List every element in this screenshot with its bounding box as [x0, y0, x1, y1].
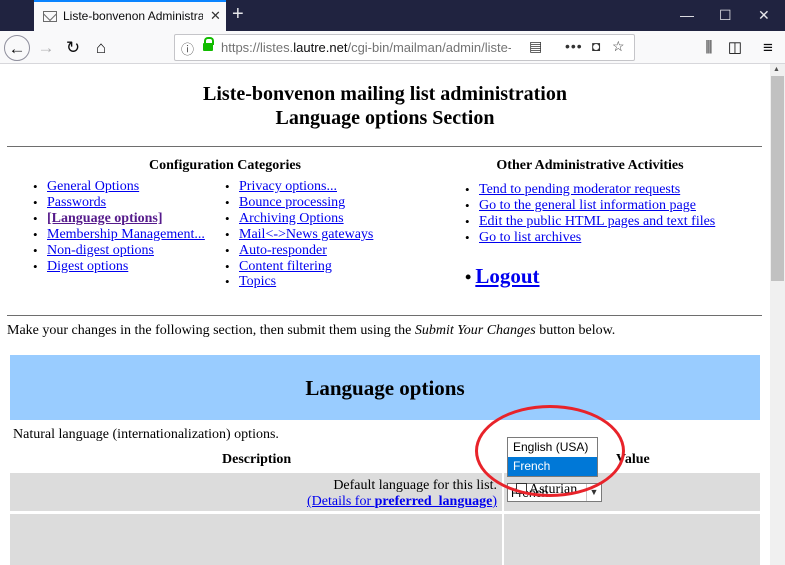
pocket-icon[interactable]: ◘ [592, 38, 600, 54]
link-list-information-page[interactable]: Go to the general list information page [465, 198, 715, 214]
scrollbar-thumb[interactable] [771, 76, 784, 281]
reload-icon[interactable]: ↻ [60, 35, 86, 61]
other-activities-links: Tend to pending moderator requests Go to… [465, 182, 715, 246]
divider [7, 146, 762, 147]
page-content: Liste-bonvenon mailing list administrati… [0, 64, 770, 565]
intro-text: Make your changes in the following secti… [7, 323, 616, 338]
bullet: • [465, 267, 472, 287]
window-minimize-button[interactable]: — [680, 7, 694, 23]
page-title: Liste-bonvenon mailing list administrati… [203, 83, 567, 105]
bookmark-star-icon[interactable]: ☆ [612, 38, 625, 55]
link-pending-moderator-requests[interactable]: Tend to pending moderator requests [465, 182, 715, 198]
page-actions-icon[interactable]: ••• [565, 38, 583, 54]
logout-item: • Logout [465, 264, 540, 289]
config-links-col2: Privacy options... Bounce processing Arc… [225, 179, 373, 290]
details-preferred-language-link[interactable]: (Details for preferred_language) [307, 494, 497, 509]
divider [7, 315, 762, 316]
option-description-cell: Default language for this list. (Details… [10, 473, 502, 511]
window-maximize-button[interactable]: ☐ [719, 7, 732, 23]
nav-link-membership-management[interactable]: Membership Management... [33, 227, 205, 243]
section-header: Language options [10, 355, 760, 420]
nav-link-bounce-processing[interactable]: Bounce processing [225, 195, 373, 211]
url-text[interactable]: https://listes.lautre.net/cgi-bin/mailma… [221, 40, 511, 55]
mail-favicon-icon [43, 11, 57, 22]
window-close-button[interactable]: ✕ [758, 7, 770, 23]
nav-link-passwords[interactable]: Passwords [33, 195, 205, 211]
link-edit-html-pages[interactable]: Edit the public HTML pages and text file… [465, 214, 715, 230]
info-icon[interactable]: ⓘ [181, 39, 194, 58]
option-value-cell [504, 514, 760, 565]
nav-link-topics[interactable]: Topics [225, 274, 373, 290]
column-header-description: Description [222, 452, 292, 467]
logout-link[interactable]: Logout [475, 264, 539, 288]
config-links-col1: General Options Passwords [Language opti… [33, 179, 205, 274]
menu-icon[interactable]: ≡ [755, 35, 781, 61]
nav-link-mail-news-gateways[interactable]: Mail<->News gateways [225, 227, 373, 243]
section-title: Language options [305, 376, 465, 400]
url-bar[interactable]: ⓘ https://listes.lautre.net/cgi-bin/mail… [174, 34, 635, 61]
nav-link-language-options[interactable]: [Language options] [33, 211, 205, 227]
forward-icon[interactable]: → [33, 35, 59, 61]
nav-link-non-digest-options[interactable]: Non-digest options [33, 243, 205, 259]
lock-icon[interactable] [203, 37, 214, 51]
page-subtitle: Language options Section [275, 107, 495, 129]
preferred-language-label: Default language for this list. (Details… [306, 478, 497, 509]
tab-close-icon[interactable]: ✕ [210, 8, 221, 24]
nav-link-auto-responder[interactable]: Auto-responder [225, 243, 373, 259]
home-icon[interactable]: ⌂ [88, 35, 114, 61]
nav-link-content-filtering[interactable]: Content filtering [225, 259, 373, 275]
browser-titlebar: Liste-bonvenon Administration ✕ + — ☐ ✕ [0, 0, 785, 31]
link-list-archives[interactable]: Go to list archives [465, 230, 715, 246]
library-icon[interactable]: ⫼ [696, 35, 722, 61]
reader-view-icon[interactable]: ▤ [529, 38, 542, 55]
new-tab-button[interactable]: + [232, 3, 244, 25]
nav-link-general-options[interactable]: General Options [33, 179, 205, 195]
browser-navbar: ← → ↻ ⌂ ⓘ https://listes.lautre.net/cgi-… [0, 31, 785, 64]
annotation-circle [475, 405, 625, 497]
browser-tab-active[interactable]: Liste-bonvenon Administration ✕ [34, 0, 226, 31]
tab-title: Liste-bonvenon Administration [63, 9, 203, 23]
sidebar-icon[interactable]: ◫ [722, 35, 748, 61]
section-description: Natural language (internationalization) … [13, 427, 279, 442]
nav-link-digest-options[interactable]: Digest options [33, 259, 205, 275]
other-activities-heading: Other Administrative Activities [496, 158, 684, 173]
option-description-cell [10, 514, 502, 565]
back-icon[interactable]: ← [4, 35, 30, 61]
nav-link-archiving-options[interactable]: Archiving Options [225, 211, 373, 227]
scroll-up-arrow-icon[interactable]: ▲ [773, 66, 780, 73]
config-categories-heading: Configuration Categories [148, 158, 302, 173]
nav-link-privacy-options[interactable]: Privacy options... [225, 179, 373, 195]
